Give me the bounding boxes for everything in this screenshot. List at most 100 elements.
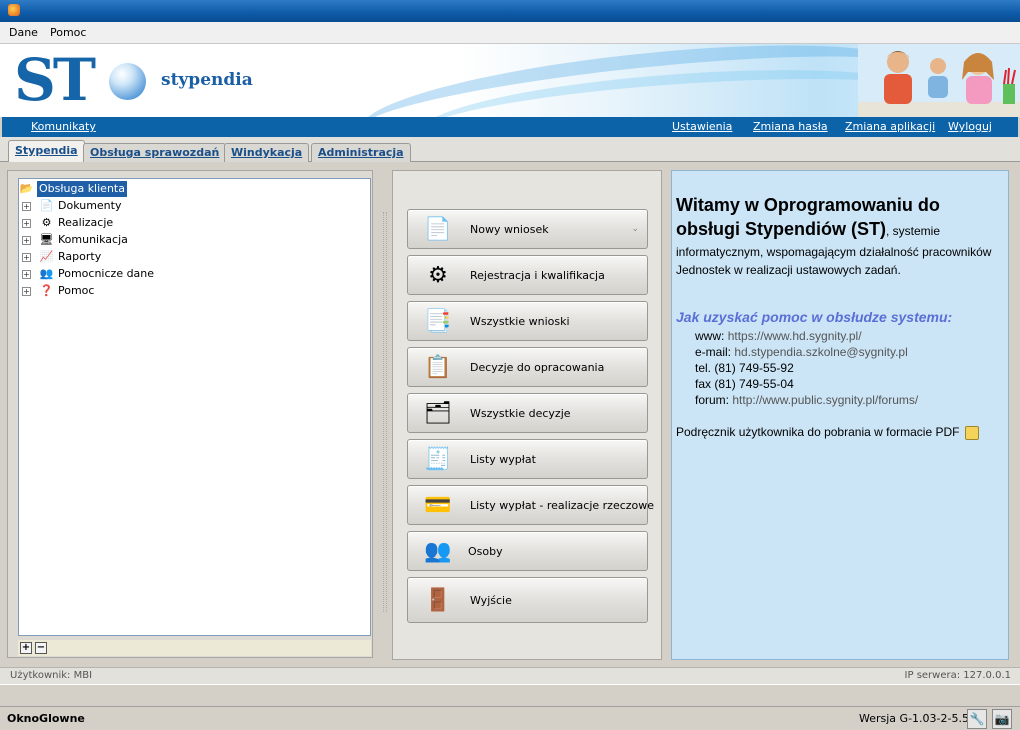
contact-email: e-mail: hd.stypendia.szkolne@sygnity.pl	[695, 345, 908, 359]
payment-lists-material-button[interactable]: 💳 Listy wypłat - realizacje rzeczowe	[407, 485, 654, 525]
welcome-heading-rest: , systemie	[886, 224, 941, 238]
menu-pomoc[interactable]: Pomoc	[50, 26, 86, 39]
new-application-button[interactable]: 📄 Nowy wniosek ⌄	[407, 209, 648, 249]
tree-item-raporty[interactable]: + 📈 Raporty	[19, 249, 219, 265]
panel-splitter[interactable]	[383, 212, 387, 612]
expand-all-button[interactable]: +	[20, 642, 32, 654]
manual-download[interactable]: Podręcznik użytkownika do pobrania w for…	[676, 425, 979, 440]
tab-windykacja-label: Windykacja	[231, 146, 303, 159]
contact-value: (81) 749-55-92	[714, 361, 794, 375]
collapse-all-button[interactable]: −	[35, 642, 47, 654]
app-name: stypendia	[161, 70, 253, 90]
tab-bar: Stypendia Obsługa sprawozdań Windykacja …	[0, 137, 1020, 163]
tree-item-realizacje[interactable]: + ⚙ Realizacje	[19, 215, 219, 231]
tree-item-pomocnicze-dane[interactable]: + 👥 Pomocnicze dane	[19, 266, 219, 282]
all-applications-button[interactable]: 📑 Wszystkie wnioski	[407, 301, 648, 341]
manual-download-text: Podręcznik użytkownika do pobrania w for…	[676, 425, 960, 439]
contact-fax: fax (81) 749-55-04	[695, 377, 794, 391]
button-label: Osoby	[468, 545, 503, 558]
tree-item-dokumenty[interactable]: + 📄 Dokumenty	[19, 198, 219, 214]
decision-coins-icon: 📋	[424, 355, 452, 380]
expand-icon[interactable]: +	[22, 202, 31, 211]
contact-www: www: https://www.hd.sygnity.pl/	[695, 329, 862, 343]
expand-icon[interactable]: +	[22, 270, 31, 279]
tree-item-label: Obsługa klienta	[37, 181, 127, 197]
window-status-bar: OknoGlowne Wersja G-1.03-2-5.5 🔧 📷	[0, 706, 1020, 730]
logo-sphere-icon	[109, 63, 146, 100]
welcome-body: informatycznym, wspomagającym działalnoś…	[676, 245, 992, 277]
button-label: Wszystkie decyzje	[470, 407, 571, 420]
camera-icon[interactable]: 📷	[992, 709, 1012, 729]
contact-www-link[interactable]: https://www.hd.sygnity.pl/	[728, 329, 862, 343]
tree-item-label: Pomoc	[58, 284, 95, 297]
menu-dane[interactable]: Dane	[9, 26, 38, 39]
expand-icon[interactable]: +	[22, 236, 31, 245]
navigation-tree-panel: 📂 Obsługa klienta + 📄 Dokumenty + ⚙ Real…	[7, 170, 373, 658]
expand-icon[interactable]: +	[22, 287, 31, 296]
expand-icon[interactable]: +	[22, 219, 31, 228]
contact-value: (81) 749-55-04	[714, 377, 794, 391]
app-icon	[8, 4, 20, 16]
tab-obsluga-sprawozdan-label: Obsługa sprawozdań	[90, 146, 220, 159]
document-icon: 📄	[39, 199, 54, 212]
tree-item-label: Realizacje	[58, 216, 114, 229]
payment-lists-button[interactable]: 🧾 Listy wypłat	[407, 439, 648, 479]
realizations-icon: ⚙	[41, 216, 52, 229]
documents-icon: 📑	[424, 309, 452, 334]
link-ustawienia[interactable]: Ustawienia	[672, 120, 732, 133]
tree-item-komunikacja[interactable]: + 🖥 Komunikacja	[19, 232, 219, 248]
chevron-down-icon: ⌄	[631, 224, 639, 234]
gear-document-icon: ⚙	[428, 263, 448, 288]
navigation-tree[interactable]: 📂 Obsługa klienta + 📄 Dokumenty + ⚙ Real…	[18, 178, 371, 636]
contact-forum: forum: http://www.public.sygnity.pl/foru…	[695, 393, 918, 407]
link-komunikaty[interactable]: Komunikaty	[31, 120, 96, 133]
cash-register-card-icon: 💳	[424, 493, 452, 518]
button-label: Nowy wniosek	[470, 223, 549, 236]
welcome-title: Witamy w Oprogramowaniu do obsługi Stype…	[676, 193, 1006, 243]
button-label: Listy wypłat	[470, 453, 536, 466]
st-logo: ST	[14, 46, 96, 114]
tab-windykacja[interactable]: Windykacja	[224, 143, 310, 162]
tree-item-obsluga-klienta[interactable]: 📂 Obsługa klienta	[19, 181, 139, 197]
tools-icon[interactable]: 🔧	[967, 709, 987, 729]
expand-icon[interactable]: +	[22, 253, 31, 262]
link-zmiana-aplikacji[interactable]: Zmiana aplikacji	[845, 120, 935, 133]
version-label: Wersja G-1.03-2-5.5	[859, 712, 969, 725]
tab-stypendia[interactable]: Stypendia	[8, 140, 85, 163]
button-label: Wyjście	[470, 594, 512, 607]
document-icon: 📄	[424, 217, 452, 242]
window-titlebar	[0, 0, 1020, 22]
decisions-to-prepare-button[interactable]: 📋 Decyzje do opracowania	[407, 347, 648, 387]
contact-label: www:	[695, 329, 725, 343]
tab-administracja[interactable]: Administracja	[311, 143, 411, 162]
tab-obsluga-sprawozdan[interactable]: Obsługa sprawozdań	[83, 143, 227, 162]
menu-bar: Dane Pomoc	[0, 22, 1020, 44]
children-illustration	[858, 44, 1020, 117]
tree-item-pomoc[interactable]: + ❓ Pomoc	[19, 283, 219, 299]
pdf-search-icon[interactable]	[964, 425, 979, 440]
contact-email-link[interactable]: hd.stypendia.szkolne@sygnity.pl	[734, 345, 907, 359]
link-zmiana-hasla[interactable]: Zmiana hasła	[753, 120, 828, 133]
exit-button[interactable]: 🚪 Wyjście	[407, 577, 648, 623]
contact-label: tel.	[695, 361, 712, 375]
help-icon: ❓	[39, 284, 54, 297]
banner: ST stypendia	[0, 44, 1020, 117]
welcome-panel: Witamy w Oprogramowaniu do obsługi Stype…	[671, 170, 1009, 660]
tree-toolbar: + −	[18, 640, 371, 656]
door-icon: 🚪	[424, 588, 452, 613]
actions-panel: 📄 Nowy wniosek ⌄ ⚙ Rejestracja i kwalifi…	[392, 170, 662, 660]
main-content: 📂 Obsługa klienta + 📄 Dokumenty + ⚙ Real…	[2, 162, 1018, 666]
all-decisions-button[interactable]: 🗂 Wszystkie decyzje	[407, 393, 648, 433]
button-label: Wszystkie wnioski	[470, 315, 570, 328]
tree-item-label: Dokumenty	[58, 199, 122, 212]
tree-item-label: Raporty	[58, 250, 102, 263]
computer-icon: 🖥	[39, 233, 54, 246]
link-wyloguj[interactable]: Wyloguj	[948, 120, 992, 133]
cash-register-icon: 🧾	[424, 447, 452, 472]
status-bar-spacer	[0, 684, 1020, 706]
registration-button[interactable]: ⚙ Rejestracja i kwalifikacja	[407, 255, 648, 295]
current-user: Użytkownik: MBI	[10, 670, 93, 681]
button-label: Decyzje do opracowania	[470, 361, 605, 374]
persons-button[interactable]: 👥 Osoby	[407, 531, 648, 571]
contact-forum-link[interactable]: http://www.public.sygnity.pl/forums/	[732, 393, 918, 407]
